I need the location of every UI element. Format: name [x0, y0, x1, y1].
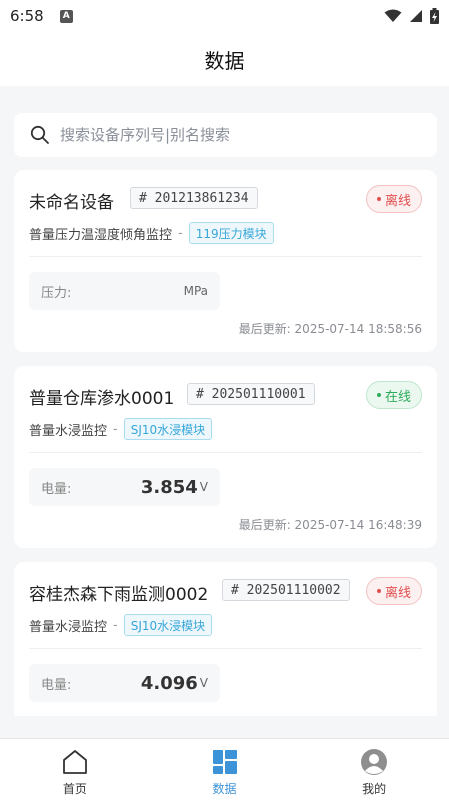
status-badge: 离线 — [365, 577, 422, 605]
wifi-icon — [384, 9, 402, 22]
metric-box: 电量: 4.096 V — [29, 664, 220, 702]
status-badge-label: 离线 — [384, 585, 411, 601]
metric-label: 压力: — [41, 285, 72, 301]
device-list[interactable]: 未命名设备 # 201213861234 离线 普量压力温湿度倾角监控 - 11… — [0, 170, 449, 716]
status-dot-icon — [376, 393, 381, 397]
tab-label: 首页 — [62, 782, 87, 796]
divider — [29, 256, 422, 257]
device-type: 普量水浸监控 — [29, 619, 108, 635]
device-card[interactable]: 未命名设备 # 201213861234 离线 普量压力温湿度倾角监控 - 11… — [14, 170, 437, 352]
home-icon — [62, 750, 87, 774]
metric-value: 4.096 — [140, 672, 198, 694]
metric-box: 压力: MPa — [29, 272, 220, 310]
device-type-row: 普量水浸监控 - SJ10水浸模块 — [29, 418, 213, 440]
search-icon — [30, 125, 49, 144]
type-separator: - — [113, 421, 118, 437]
module-tag: 119压力模块 — [188, 222, 274, 244]
device-card[interactable]: 容桂杰森下雨监测0002 # 202501110002 离线 普量水浸监控 - … — [14, 562, 437, 716]
status-badge-label: 离线 — [384, 193, 411, 209]
notification-a-icon: A — [59, 9, 73, 23]
battery-charging-icon — [430, 8, 439, 24]
status-dot-icon — [376, 589, 381, 593]
status-indicators — [384, 8, 439, 24]
metric-unit: V — [199, 480, 208, 494]
search-input[interactable] — [60, 126, 400, 144]
profile-avatar-icon — [361, 749, 388, 775]
device-type: 普量水浸监控 — [29, 423, 108, 439]
status-bar: 6:58 A — [0, 0, 449, 32]
device-name: 未命名设备 — [29, 193, 114, 213]
search-bar[interactable] — [14, 113, 437, 157]
device-type-row: 普量水浸监控 - SJ10水浸模块 — [29, 614, 213, 636]
metric-label: 电量: — [41, 481, 72, 497]
device-type: 普量压力温湿度倾角监控 — [29, 227, 173, 243]
status-badge-label: 在线 — [384, 389, 411, 405]
page-title: 数据 — [204, 48, 245, 73]
divider — [29, 648, 422, 649]
device-card[interactable]: 普量仓库渗水0001 # 202501110001 在线 普量水浸监控 - SJ… — [14, 366, 437, 548]
tab-home[interactable]: 首页 — [0, 739, 150, 800]
device-type-row: 普量压力温湿度倾角监控 - 119压力模块 — [29, 222, 274, 244]
metric-unit: V — [199, 676, 208, 690]
tab-label: 我的 — [362, 782, 387, 796]
device-name: 容桂杰森下雨监测0002 — [29, 585, 209, 605]
tab-data[interactable]: 数据 — [150, 739, 300, 800]
metric-unit: MPa — [183, 284, 208, 298]
status-time: 6:58 — [10, 7, 44, 25]
cellular-signal-icon — [410, 10, 422, 22]
status-badge: 离线 — [365, 185, 422, 213]
data-grid-icon — [212, 750, 237, 774]
tab-profile[interactable]: 我的 — [299, 739, 449, 800]
device-name: 普量仓库渗水0001 — [29, 389, 175, 409]
status-dot-icon — [376, 197, 381, 201]
device-serial: # 202501110001 — [187, 383, 315, 405]
metric-label: 电量: — [41, 677, 72, 693]
device-serial: # 201213861234 — [130, 187, 258, 209]
metric-box: 电量: 3.854 V — [29, 468, 220, 506]
app-header: 数据 — [0, 32, 449, 86]
module-tag: SJ10水浸模块 — [123, 614, 213, 636]
tab-label: 数据 — [212, 782, 237, 796]
status-badge: 在线 — [365, 381, 422, 409]
module-tag: SJ10水浸模块 — [123, 418, 213, 440]
bottom-tab-bar: 首页 数据 我的 — [0, 738, 449, 800]
last-updated: 最后更新: 2025-07-14 16:48:39 — [238, 518, 422, 532]
type-separator: - — [113, 617, 118, 633]
device-serial: # 202501110002 — [222, 579, 350, 601]
divider — [29, 452, 422, 453]
type-separator: - — [178, 225, 183, 241]
last-updated: 最后更新: 2025-07-14 18:58:56 — [238, 322, 422, 336]
metric-value: 3.854 — [140, 476, 198, 498]
